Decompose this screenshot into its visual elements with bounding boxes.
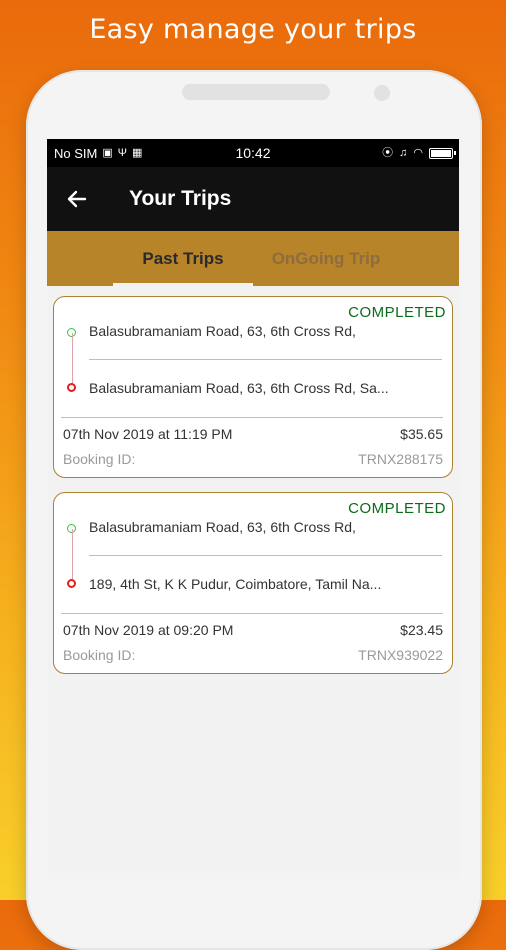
pickup-address: Balasubramaniam Road, 63, 6th Cross Rd,	[89, 323, 356, 339]
trip-card[interactable]: COMPLETED Balasubramaniam Road, 63, 6th …	[53, 492, 453, 674]
address-divider	[89, 555, 442, 556]
trip-amount: $35.65	[400, 426, 443, 442]
dropoff-dot-icon	[67, 579, 76, 588]
trip-tabs: Past Trips OnGoing Trip	[47, 231, 459, 286]
trip-list: COMPLETED Balasubramaniam Road, 63, 6th …	[47, 286, 459, 674]
arrow-left-icon[interactable]	[47, 167, 107, 231]
status-badge: COMPLETED	[348, 304, 446, 321]
status-bar: No SIM ▣ Ψ ▦ 10:42 ⦿ ♫ ◠	[47, 139, 459, 167]
card-divider	[61, 613, 443, 614]
phone-speaker	[182, 84, 330, 100]
trip-date: 07th Nov 2019 at 11:19 PM	[63, 426, 233, 442]
page-title: Your Trips	[129, 187, 232, 210]
phone-camera	[374, 85, 390, 101]
booking-id-label: Booking ID:	[63, 451, 136, 467]
app-screen: No SIM ▣ Ψ ▦ 10:42 ⦿ ♫ ◠ Your Trips Past…	[47, 139, 459, 879]
route-line	[72, 529, 73, 581]
dropoff-address: Balasubramaniam Road, 63, 6th Cross Rd, …	[89, 380, 389, 396]
mute-icon: ♫	[399, 146, 408, 159]
trip-card[interactable]: COMPLETED Balasubramaniam Road, 63, 6th …	[53, 296, 453, 478]
location-icon: ⦿	[382, 146, 394, 159]
promo-headline: Easy manage your trips	[89, 14, 417, 45]
dropoff-address: 189, 4th St, K K Pudur, Coimbatore, Tami…	[89, 576, 382, 592]
active-tab-indicator	[113, 283, 253, 286]
dropoff-dot-icon	[67, 383, 76, 392]
card-divider	[61, 417, 443, 418]
booking-id-label: Booking ID:	[63, 647, 136, 663]
tab-ongoing-trip[interactable]: OnGoing Trip	[251, 231, 401, 286]
wifi-icon: ◠	[413, 146, 423, 159]
route-line	[72, 333, 73, 385]
trip-date: 07th Nov 2019 at 09:20 PM	[63, 622, 234, 638]
app-bar: Your Trips	[47, 167, 459, 231]
tab-past-trips[interactable]: Past Trips	[113, 231, 253, 286]
status-badge: COMPLETED	[348, 500, 446, 517]
booking-id-value: TRNX939022	[358, 647, 443, 663]
booking-id-value: TRNX288175	[358, 451, 443, 467]
address-divider	[89, 359, 442, 360]
trip-amount: $23.45	[400, 622, 443, 638]
pickup-address: Balasubramaniam Road, 63, 6th Cross Rd,	[89, 519, 356, 535]
battery-icon	[429, 147, 456, 159]
